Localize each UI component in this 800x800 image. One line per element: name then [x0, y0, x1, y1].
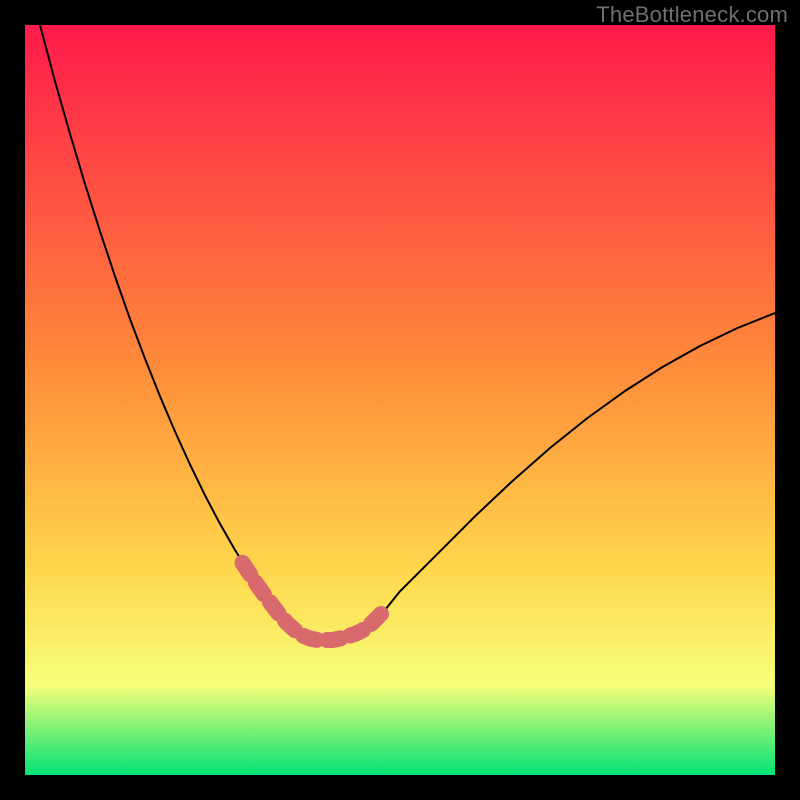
bottleneck-chart — [25, 25, 775, 775]
watermark-text: TheBottleneck.com — [596, 2, 788, 28]
chart-frame: TheBottleneck.com — [0, 0, 800, 800]
gradient-background — [25, 25, 775, 775]
